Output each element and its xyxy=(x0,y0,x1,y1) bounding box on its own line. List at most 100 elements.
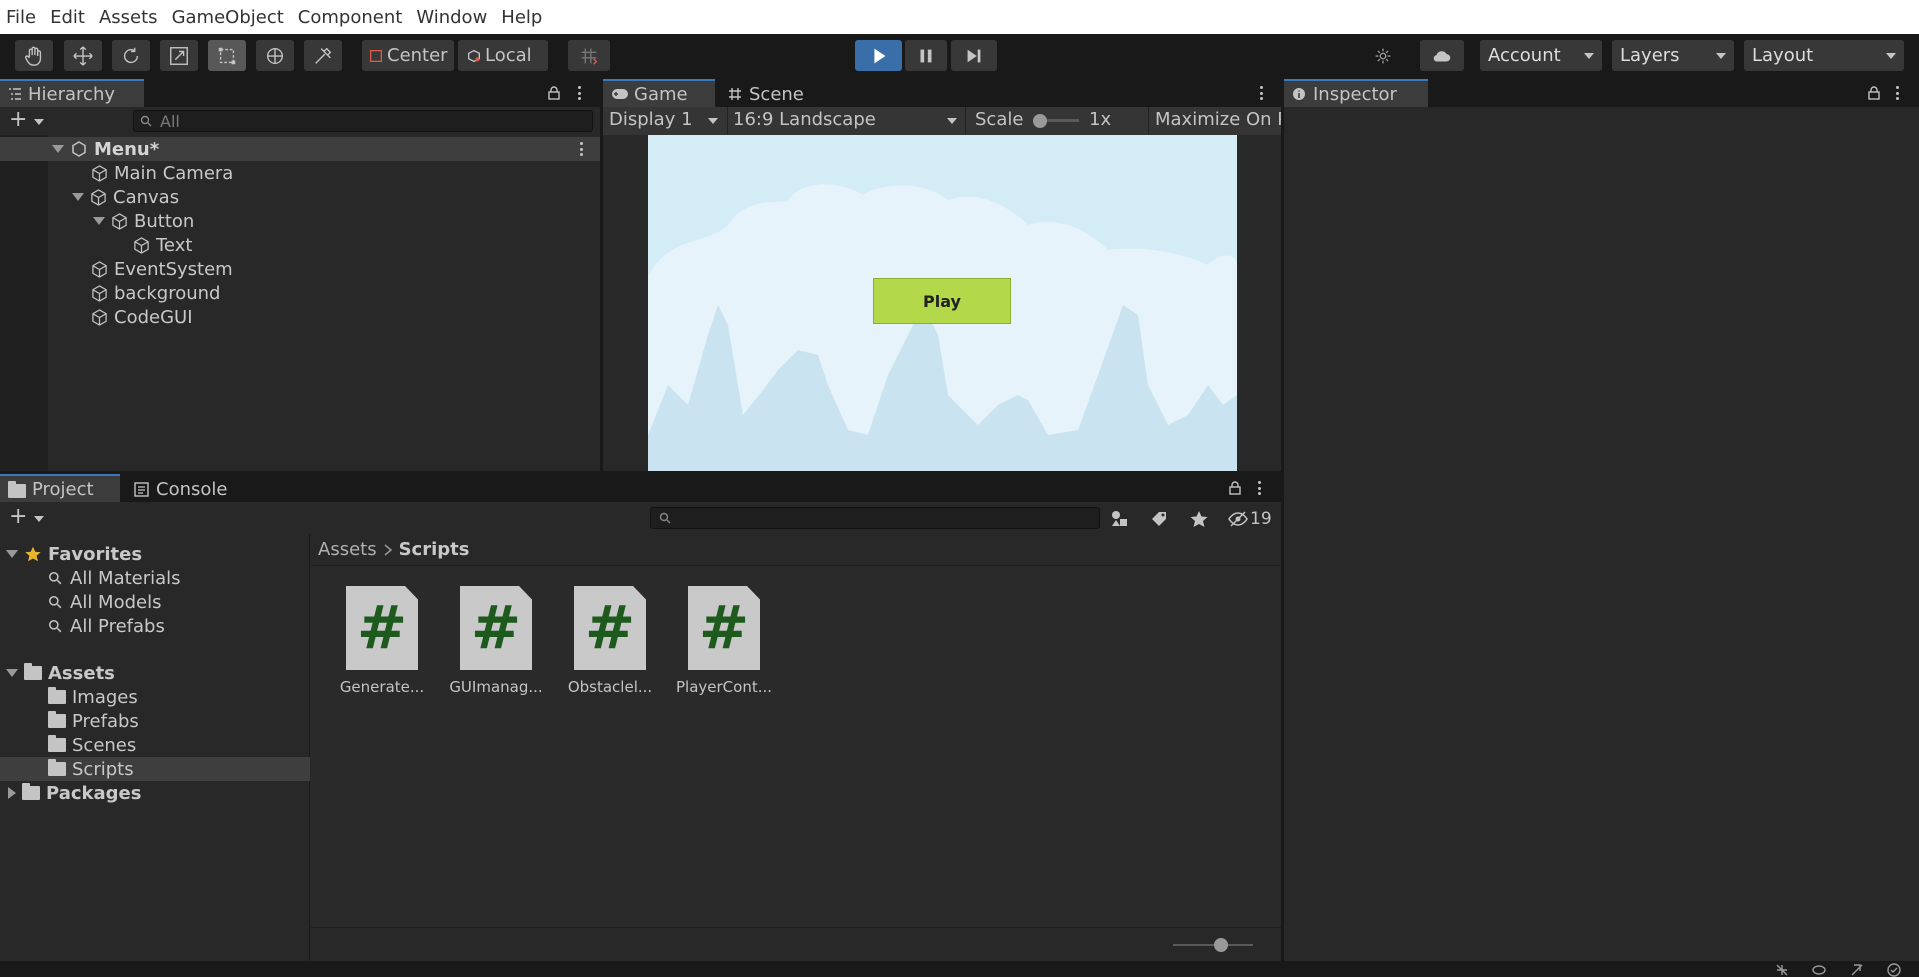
check-icon[interactable] xyxy=(1886,963,1902,977)
grid-snap-button[interactable] xyxy=(568,40,610,71)
expand-icon[interactable] xyxy=(6,550,18,558)
cloud-button[interactable] xyxy=(1420,40,1464,71)
transform-tool-button[interactable] xyxy=(256,40,294,71)
tab-inspector[interactable]: Inspector xyxy=(1284,79,1428,107)
favorites-item[interactable]: All Prefabs xyxy=(0,614,165,638)
maximize-on-play-toggle[interactable]: Maximize On P xyxy=(1150,109,1281,133)
hierarchy-item-button[interactable]: Button xyxy=(0,209,194,233)
scale-tool-button[interactable] xyxy=(160,40,198,71)
icon-size-slider-thumb[interactable] xyxy=(1214,938,1228,952)
custom-tool-button[interactable] xyxy=(304,40,342,71)
scale-slider-thumb[interactable] xyxy=(1033,114,1047,128)
move-tool-button[interactable] xyxy=(64,40,102,71)
hierarchy-item-codegui[interactable]: CodeGUI xyxy=(0,305,193,329)
lock-icon[interactable] xyxy=(547,86,561,100)
debug-icon[interactable] xyxy=(1774,963,1790,977)
layout-dropdown[interactable]: Layout xyxy=(1744,40,1904,71)
chevron-down-icon[interactable] xyxy=(34,516,44,522)
icon-size-slider-track[interactable] xyxy=(1173,944,1253,946)
breadcrumb-root[interactable]: Assets xyxy=(318,539,377,560)
account-dropdown[interactable]: Account xyxy=(1480,40,1602,71)
tab-hierarchy[interactable]: Hierarchy xyxy=(0,79,144,107)
asset-script-playercontroller[interactable]: # PlayerCont... xyxy=(674,586,774,696)
hierarchy-item-eventsystem[interactable]: EventSystem xyxy=(0,257,233,281)
services-button[interactable] xyxy=(1360,40,1405,71)
step-button[interactable] xyxy=(951,40,997,71)
pause-button[interactable] xyxy=(905,40,947,71)
rect-tool-button[interactable] xyxy=(208,40,246,71)
pivot-center-toggle[interactable]: Center xyxy=(362,40,454,71)
menu-file[interactable]: File xyxy=(6,7,36,28)
project-search-input[interactable] xyxy=(650,507,1100,529)
hierarchy-item-label: CodeGUI xyxy=(114,306,193,328)
assets-folder-images[interactable]: Images xyxy=(0,685,138,709)
menu-component[interactable]: Component xyxy=(298,7,403,28)
star-icon[interactable] xyxy=(1189,510,1209,528)
hierarchy-item-canvas[interactable]: Canvas xyxy=(0,185,179,209)
hierarchy-item-background[interactable]: background xyxy=(0,281,220,305)
rotate-tool-button[interactable] xyxy=(112,40,150,71)
progress-icon[interactable] xyxy=(1811,963,1827,977)
add-icon[interactable]: + xyxy=(9,506,27,528)
pivot-local-toggle[interactable]: Local xyxy=(458,40,548,71)
game-panel: Game Scene Display 1 16:9 Landscape Scal… xyxy=(603,79,1281,471)
chevron-right-icon xyxy=(384,543,392,556)
asset-script-obstacle[interactable]: # Obstaclel... xyxy=(560,586,660,696)
search-by-type-icon[interactable] xyxy=(1110,510,1130,528)
play-button[interactable] xyxy=(855,40,902,71)
favorites-row[interactable]: Favorites xyxy=(0,542,142,566)
hand-tool-button[interactable] xyxy=(15,40,53,71)
game-menu-icon[interactable] xyxy=(1260,86,1264,100)
expand-icon[interactable] xyxy=(52,145,64,153)
hierarchy-item-text[interactable]: Text xyxy=(0,233,192,257)
expand-icon[interactable] xyxy=(93,217,105,225)
tab-console[interactable]: Console xyxy=(126,474,246,502)
assets-folder-scripts[interactable]: Scripts xyxy=(0,757,310,781)
hierarchy-toolbar: + All xyxy=(0,107,600,135)
menu-edit[interactable]: Edit xyxy=(50,7,85,28)
menu-assets[interactable]: Assets xyxy=(99,7,158,28)
aspect-label: 16:9 Landscape xyxy=(733,109,876,130)
expand-icon[interactable] xyxy=(8,787,16,799)
menu-gameobject[interactable]: GameObject xyxy=(172,7,284,28)
auto-generate-lighting-icon[interactable] xyxy=(1849,963,1865,977)
menu-help[interactable]: Help xyxy=(501,7,542,28)
lock-icon[interactable] xyxy=(1867,86,1881,100)
info-icon xyxy=(1293,88,1305,100)
assets-folder-scenes[interactable]: Scenes xyxy=(0,733,136,757)
chevron-down-icon[interactable] xyxy=(34,119,44,125)
aspect-dropdown[interactable]: 16:9 Landscape xyxy=(729,109,963,133)
expand-icon[interactable] xyxy=(6,669,18,677)
search-icon xyxy=(48,595,62,609)
asset-script-generate[interactable]: # Generate... xyxy=(332,586,432,696)
breadcrumb-current[interactable]: Scripts xyxy=(399,539,470,560)
tab-project[interactable]: Project xyxy=(0,474,120,502)
tab-scene[interactable]: Scene xyxy=(720,79,820,107)
folder-icon xyxy=(22,783,40,800)
assets-folder-prefabs[interactable]: Prefabs xyxy=(0,709,139,733)
inspector-menu-icon[interactable] xyxy=(1896,86,1900,100)
search-icon xyxy=(659,512,671,524)
lock-icon[interactable] xyxy=(1228,481,1242,495)
favorites-item[interactable]: All Models xyxy=(0,590,161,614)
play-game-button[interactable]: Play xyxy=(873,278,1011,324)
menu-window[interactable]: Window xyxy=(416,7,487,28)
scene-row[interactable]: Menu* xyxy=(0,137,600,161)
scene-menu-icon[interactable] xyxy=(580,142,584,156)
expand-icon[interactable] xyxy=(72,193,84,201)
favorites-item[interactable]: All Materials xyxy=(0,566,181,590)
assets-row[interactable]: Assets xyxy=(0,661,115,685)
layers-dropdown[interactable]: Layers xyxy=(1612,40,1734,71)
hierarchy-item-main-camera[interactable]: Main Camera xyxy=(0,161,233,185)
project-menu-icon[interactable] xyxy=(1258,481,1262,495)
packages-row[interactable]: Packages xyxy=(0,781,141,805)
tag-icon[interactable] xyxy=(1150,510,1170,528)
asset-script-guimanager[interactable]: # GUImanag... xyxy=(446,586,546,696)
hierarchy-menu-icon[interactable] xyxy=(578,86,582,100)
hidden-packages-toggle[interactable]: 19 xyxy=(1228,507,1276,531)
favorites-item-label: All Models xyxy=(70,591,162,613)
display-dropdown[interactable]: Display 1 xyxy=(609,109,724,133)
add-icon[interactable]: + xyxy=(9,109,27,131)
tab-game[interactable]: Game xyxy=(603,79,715,107)
hierarchy-search-input[interactable]: All xyxy=(133,110,593,132)
